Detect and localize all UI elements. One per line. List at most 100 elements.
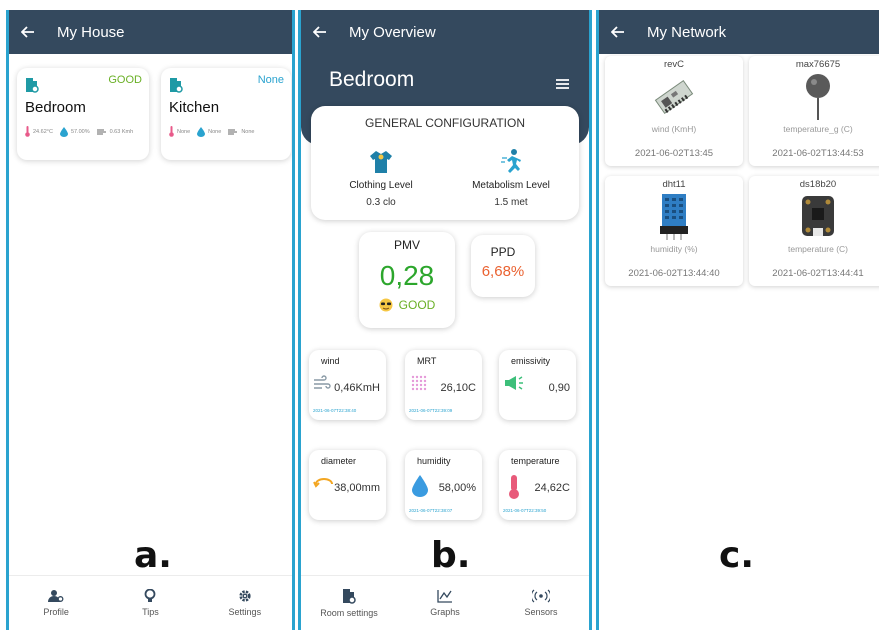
room-settings-icon <box>343 589 356 604</box>
wind-icon <box>313 374 331 397</box>
device-type: humidity (%) <box>650 244 698 254</box>
menu-icon[interactable] <box>556 76 569 94</box>
room-card-bedroom[interactable]: GOOD Bedroom 24.62°C 57.00% 0.63 Kmh <box>17 68 149 160</box>
sensor-name: humidity <box>417 456 451 466</box>
thermometer-icon <box>169 126 174 137</box>
room-humidity: 57.00% <box>70 128 90 135</box>
thermometer-icon <box>503 474 525 505</box>
globe-probe-icon <box>749 72 879 122</box>
page-title: My House <box>57 23 125 41</box>
device-type: temperature_g (C) <box>783 124 853 134</box>
sensor-value: 0,90 <box>548 382 570 394</box>
sensor-card-temperature[interactable]: temperature 24,62C 2021-06-07T22:39:50 <box>499 450 576 520</box>
nav-profile[interactable]: Profile <box>16 589 96 617</box>
room-temp: 24.62°C <box>33 128 53 135</box>
pmv-card: PMV 0,28 GOOD <box>359 232 455 328</box>
nav-label: Tips <box>142 607 159 617</box>
sensor-value: 0,46KmH <box>334 382 380 394</box>
nav-label: Settings <box>228 607 262 617</box>
sensor-name: temperature <box>511 456 560 466</box>
sensor-value: 38,00mm <box>334 482 380 494</box>
sensor-name: diameter <box>321 456 357 466</box>
runner-icon <box>501 149 521 173</box>
back-arrow-icon[interactable] <box>611 26 627 38</box>
sensor-time: 2021-06-07T22:38:07 <box>409 508 453 513</box>
clothing-label: Clothing Level <box>349 180 413 191</box>
device-time: 2021-06-02T13:44:40 <box>628 268 720 279</box>
device-time: 2021-06-02T13:44:53 <box>772 148 864 159</box>
sensor-value: 58,00% <box>438 482 476 494</box>
device-card-ds18b20[interactable]: ds18b20 temperature (C) 2021-06-02T13:44… <box>749 176 879 286</box>
sensor-value: 24,62C <box>534 482 570 494</box>
nav-settings[interactable]: Settings <box>205 589 285 617</box>
panel-letter: a. <box>134 535 172 576</box>
room-icon <box>169 77 183 98</box>
sensor-card-wind[interactable]: wind 0,46KmH 2021-06-07T22:38:40 <box>309 350 386 420</box>
panel-letter: c. <box>719 535 755 576</box>
nav-room-settings[interactable]: Room settings <box>309 588 389 618</box>
device-name: revC <box>663 59 685 70</box>
graph-icon <box>437 590 452 603</box>
app-bar: My Network <box>599 10 879 54</box>
ppd-value: 6,68% <box>481 263 525 280</box>
metabolism-value: 1.5 met <box>494 197 528 208</box>
nav-label: Room settings <box>320 608 378 618</box>
sensor-card-emissivity[interactable]: emissivity 0,90 <box>499 350 576 420</box>
sensor-time: 2021-06-07T22:39:50 <box>503 508 547 513</box>
sensor-name: emissivity <box>511 356 551 366</box>
gear-icon <box>239 590 251 602</box>
wind-icon <box>96 129 106 134</box>
room-title: Bedroom <box>329 68 415 91</box>
room-readings: None None None <box>169 126 254 137</box>
back-arrow-icon[interactable] <box>313 26 329 38</box>
room-status: None <box>257 74 284 86</box>
nav-tips[interactable]: Tips <box>110 589 190 617</box>
wind-icon <box>228 129 238 134</box>
bottom-nav: Profile Tips Settings <box>9 575 292 630</box>
page-title: My Network <box>647 23 727 41</box>
drop-icon <box>197 126 206 137</box>
clothing-level[interactable]: Clothing Level 0.3 clo <box>321 148 441 208</box>
nav-sensors[interactable]: Sensors <box>501 589 581 617</box>
ppd-label: PPD <box>490 245 516 259</box>
device-card-dht11[interactable]: dht11 humidity (%) 2021-06-02T13:44:40 <box>605 176 743 286</box>
nav-graphs[interactable]: Graphs <box>405 589 485 617</box>
device-card-revc[interactable]: revC wind (KmH) 2021-06-02T13:45 <box>605 56 743 166</box>
sunglasses-emoji-icon <box>379 298 393 312</box>
app-bar: My Overview <box>301 10 589 54</box>
device-name: dht11 <box>662 179 686 190</box>
sensor-card-diameter[interactable]: diameter 38,00mm <box>309 450 386 520</box>
profile-icon <box>48 590 64 602</box>
sensor-name: wind <box>321 356 340 366</box>
ppd-card: PPD 6,68% <box>471 235 535 297</box>
radiant-icon <box>409 374 431 397</box>
room-wind: None <box>241 128 255 135</box>
megaphone-icon <box>503 374 525 397</box>
room-temp: None <box>177 128 191 135</box>
ds18b20-board-icon <box>749 192 879 242</box>
sensor-card-humidity[interactable]: humidity 58,00% 2021-06-07T22:38:07 <box>405 450 482 520</box>
device-time: 2021-06-02T13:44:41 <box>772 268 864 279</box>
nav-label: Graphs <box>430 607 460 617</box>
phone-my-overview: My Overview Bedroom GENERAL CONFIGURATIO… <box>298 10 592 630</box>
device-card-max76675[interactable]: max76675 temperature_g (C) 2021-06-02T13… <box>749 56 879 166</box>
pmv-status: GOOD <box>359 298 455 312</box>
sensor-time: 2021-06-07T22:39:09 <box>409 408 453 413</box>
sensor-card-mrt[interactable]: MRT 26,10C 2021-06-07T22:39:09 <box>405 350 482 420</box>
room-status: GOOD <box>108 74 142 86</box>
panel-letter: b. <box>431 535 471 576</box>
room-icon <box>25 77 39 98</box>
metabolism-level[interactable]: Metabolism Level 1.5 met <box>451 148 571 208</box>
diameter-icon <box>313 474 335 497</box>
drop-icon <box>59 126 68 137</box>
pmv-value: 0,28 <box>379 260 435 291</box>
nav-label: Profile <box>43 607 69 617</box>
pmv-status-text: GOOD <box>398 298 436 312</box>
config-title: GENERAL CONFIGURATION <box>364 116 525 130</box>
phone-my-network: My Network revC wind (KmH) 2021-06-02T13… <box>596 10 879 630</box>
bottom-nav: Room settings Graphs Sensors <box>301 575 589 630</box>
sensor-value: 26,10C <box>440 382 476 394</box>
room-card-kitchen[interactable]: None Kitchen None None None <box>161 68 291 160</box>
device-type: temperature (C) <box>788 244 848 254</box>
back-arrow-icon[interactable] <box>21 26 37 38</box>
